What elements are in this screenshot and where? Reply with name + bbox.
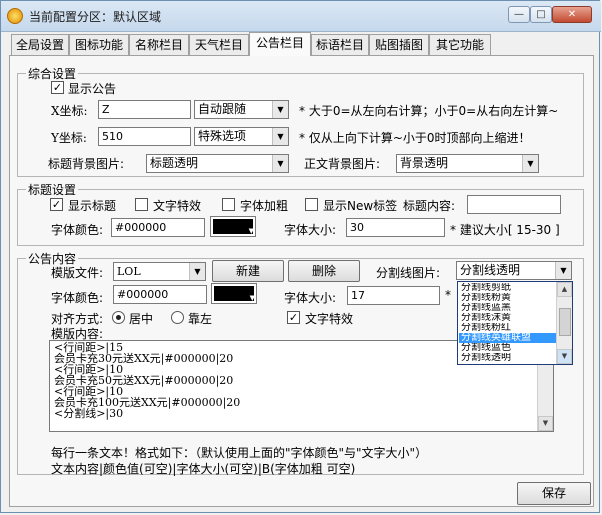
x-label: X坐标: — [51, 104, 88, 118]
dropdown-option-selected[interactable]: 分割线英雄联盟 — [459, 333, 556, 343]
title-content-label: 标题内容: — [403, 199, 456, 213]
notice-color-picker[interactable]: ▼ — [211, 283, 257, 304]
body-bg-value: 背景透明 — [400, 156, 449, 170]
close-button[interactable]: ✕ — [552, 6, 592, 23]
show-notice-checkbox[interactable]: ✓ — [51, 81, 64, 94]
tab-other[interactable]: 其它功能 — [429, 34, 491, 55]
title-color-picker[interactable]: ▼ — [210, 216, 256, 237]
title-color-swatch — [213, 219, 253, 234]
notice-color-label: 字体颜色: — [51, 291, 104, 305]
title-size-label: 字体大小: — [284, 223, 337, 237]
notice-size-star: * — [445, 288, 451, 302]
show-title-label: 显示标题 — [68, 199, 117, 213]
y-input[interactable]: 510 — [98, 127, 191, 146]
app-icon — [7, 8, 23, 24]
chevron-down-icon: ▼ — [272, 128, 288, 145]
notice-color-input[interactable]: #000000 — [113, 285, 207, 304]
dropdown-scrollbar[interactable]: ▲ ▼ — [556, 282, 572, 364]
show-new-checkbox[interactable] — [305, 198, 318, 211]
dropdown-option[interactable]: 分割线粉红 — [459, 323, 556, 333]
dropdown-option[interactable]: 分割线沫黄 — [459, 313, 556, 323]
notice-size-label: 字体大小: — [284, 291, 337, 305]
template-select[interactable]: LOL ▼ — [113, 262, 206, 281]
chevron-down-icon: ▼ — [272, 101, 288, 118]
title-color-input[interactable]: #000000 — [111, 218, 205, 237]
chevron-down-icon: ▼ — [189, 263, 205, 280]
align-center-radio[interactable] — [112, 311, 125, 324]
dropdown-option[interactable]: 分割线粉黄 — [459, 293, 556, 303]
y-label: Y坐标: — [51, 131, 87, 145]
main-window: 当前配置分区：默认区域 — □ ✕ 全局设置 图标功能 名称栏目 天气栏目 公告… — [0, 0, 601, 513]
maximize-button[interactable]: □ — [530, 6, 552, 23]
delete-template-button[interactable]: 删除 — [288, 260, 360, 282]
notice-effect-label: 文字特效 — [305, 312, 354, 326]
divider-value: 分割线透明 — [460, 263, 521, 277]
title-size-hint: * 建议大小[ 15-30 ] — [450, 223, 560, 237]
title-bold-checkbox[interactable] — [222, 198, 235, 211]
title-effect-label: 文字特效 — [153, 199, 202, 213]
x-input[interactable]: Z — [98, 100, 191, 119]
x-hint: * 大于0=从左向右计算；小于0=从右向左计算~ — [299, 104, 559, 118]
chevron-down-icon: ▼ — [522, 155, 538, 172]
template-label: 模版文件: — [51, 266, 104, 280]
help-line-1: 每行一条文本！格式如下：（默认使用上面的"字体颜色"与"文字大小"） — [51, 446, 428, 460]
notice-effect-checkbox[interactable]: ✓ — [287, 311, 300, 324]
divider-label: 分割线图片: — [376, 266, 441, 280]
chevron-down-icon: ▼ — [248, 227, 254, 235]
title-bg-select[interactable]: 标题透明 ▼ — [146, 154, 289, 173]
tab-notice[interactable]: 公告栏目 — [249, 32, 311, 56]
x-mode-value: 自动跟随 — [198, 102, 247, 116]
title-color-label: 字体颜色: — [51, 223, 104, 237]
scroll-down-icon[interactable]: ▼ — [538, 416, 553, 431]
show-title-checkbox[interactable]: ✓ — [50, 198, 63, 211]
show-notice-label: 显示公告 — [68, 82, 117, 96]
title-size-input[interactable]: 30 — [346, 218, 445, 237]
title-bg-label: 标题背景图片: — [48, 157, 125, 171]
template-value: LOL — [117, 265, 141, 278]
body-bg-label: 正文背景图片: — [304, 157, 381, 171]
notice-color-swatch — [214, 286, 254, 301]
title-bar: 当前配置分区：默认区域 — □ ✕ — [1, 1, 601, 32]
chevron-down-icon: ▼ — [272, 155, 288, 172]
save-button[interactable]: 保存 — [517, 482, 591, 505]
dropdown-option[interactable]: 分割线剪纸 — [459, 283, 556, 293]
y-mode-value: 特殊选项 — [198, 129, 247, 143]
help-line-2: 文本内容|颜色值(可空)|字体大小(可空)|B(字体加粗 可空) — [51, 462, 356, 476]
dropdown-option[interactable]: 分割线透明 — [459, 353, 556, 363]
title-settings-legend: 标题设置 — [28, 183, 77, 197]
window-title: 当前配置分区：默认区域 — [29, 10, 162, 24]
x-mode-select[interactable]: 自动跟随 ▼ — [194, 100, 289, 119]
tab-global[interactable]: 全局设置 — [11, 34, 69, 55]
scroll-up-icon[interactable]: ▲ — [557, 282, 572, 297]
show-new-label: 显示New标签 — [323, 199, 398, 213]
title-bg-value: 标题透明 — [150, 156, 199, 170]
template-content-lines: <行间距>|15 会员卡充30元送XX元|#000000|20 <行间距>|10… — [54, 342, 240, 419]
new-template-button[interactable]: 新建 — [212, 260, 284, 282]
tab-slogan[interactable]: 标语栏目 — [311, 34, 369, 55]
title-bold-label: 字体加粗 — [240, 199, 289, 213]
dropdown-option[interactable]: 分割线蓝黑 — [459, 303, 556, 313]
tab-weather[interactable]: 天气栏目 — [189, 34, 249, 55]
dropdown-option[interactable]: 分割线蓝色 — [459, 343, 556, 353]
align-center-label: 居中 — [129, 312, 154, 326]
scroll-down-icon[interactable]: ▼ — [557, 349, 572, 364]
scroll-thumb[interactable] — [559, 308, 571, 336]
align-left-label: 靠左 — [188, 312, 213, 326]
body-bg-select[interactable]: 背景透明 ▼ — [396, 154, 539, 173]
y-hint: * 仅从上向下计算~小于0时顶部向上缩进！ — [299, 131, 531, 145]
title-effect-checkbox[interactable] — [135, 198, 148, 211]
minimize-button[interactable]: — — [508, 6, 530, 23]
chevron-down-icon: ▼ — [555, 262, 571, 279]
divider-dropdown-list[interactable]: 分割线剪纸 分割线粉黄 分割线蓝黑 分割线沫黄 分割线粉红 分割线英雄联盟 分割… — [457, 281, 573, 365]
content-line: <分割线>|30 — [54, 407, 124, 420]
title-content-input[interactable] — [467, 195, 561, 214]
tab-icon[interactable]: 图标功能 — [69, 34, 129, 55]
y-mode-select[interactable]: 特殊选项 ▼ — [194, 127, 289, 146]
divider-select[interactable]: 分割线透明 ▼ — [456, 261, 572, 280]
tab-sticker[interactable]: 贴图插图 — [369, 34, 429, 55]
notice-size-input[interactable]: 17 — [347, 286, 440, 305]
chevron-down-icon: ▼ — [249, 294, 255, 302]
tab-name[interactable]: 名称栏目 — [129, 34, 189, 55]
align-left-radio[interactable] — [171, 311, 184, 324]
